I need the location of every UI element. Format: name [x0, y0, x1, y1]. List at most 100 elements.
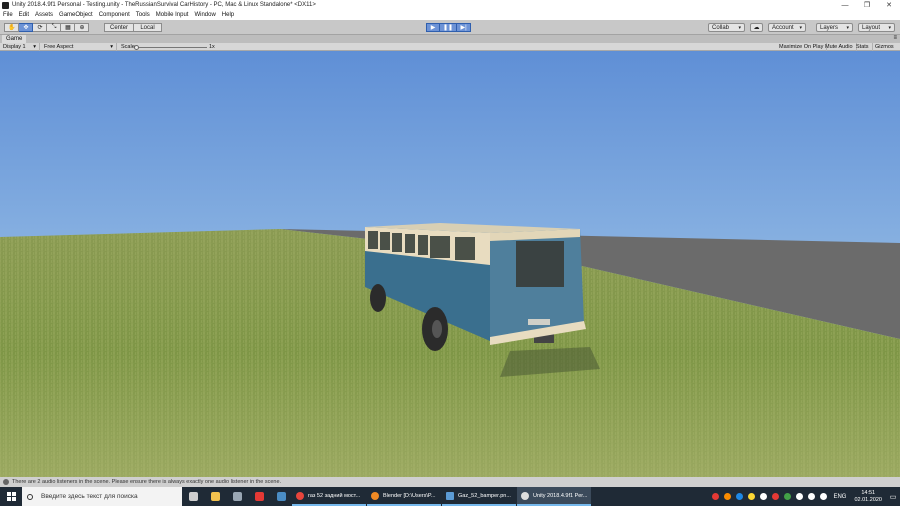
info-icon — [3, 479, 9, 485]
game-viewport[interactable] — [0, 51, 900, 477]
menu-mobile-input[interactable]: Mobile Input — [156, 12, 189, 18]
start-button[interactable] — [0, 487, 22, 506]
yandex-icon — [254, 492, 264, 501]
minimize-button[interactable]: — — [834, 0, 856, 10]
aspect-dropdown[interactable]: Free Aspect ▾ — [41, 43, 117, 51]
mute-audio-toggle[interactable]: Mute Audio — [822, 43, 857, 51]
game-tab-row: Game ≡ — [0, 35, 900, 43]
console-message: There are 2 audio listeners in the scene… — [12, 479, 282, 485]
window-title: Unity 2018.4.9f1 Personal - Testing.unit… — [12, 2, 316, 8]
collab-label: Collab — [712, 24, 730, 31]
game-scene — [0, 51, 900, 477]
steam-button[interactable] — [270, 487, 292, 506]
scale-tool-icon[interactable]: ⤡ — [47, 23, 62, 32]
taskbar-app-label: Unity 2018.4.9f1 Per... — [533, 492, 588, 499]
volume-icon[interactable] — [819, 493, 827, 500]
cloud-button[interactable]: ☁ — [750, 23, 763, 32]
layers-label: Layers — [820, 24, 839, 31]
clock-date: 02.01.2020 — [854, 496, 882, 503]
play-controls: ▶ ❚❚ ▶| — [426, 23, 472, 32]
layout-label: Layout — [862, 24, 881, 31]
account-dropdown[interactable]: Account ▾ — [768, 23, 806, 32]
file-explorer-button[interactable] — [204, 487, 226, 506]
scale-value: 1x — [209, 44, 215, 50]
image-viewer-icon — [446, 491, 454, 500]
file-explorer-icon — [210, 492, 220, 501]
step-icon[interactable]: ▶| — [457, 23, 472, 32]
game-view-toolbar: Display 1 ▾ Free Aspect ▾ Scale 1x Maxim… — [0, 43, 900, 51]
tray-icon[interactable] — [711, 493, 719, 500]
layout-dropdown[interactable]: Layout ▾ — [858, 23, 895, 32]
taskbar-app-blender[interactable]: Blender [D:\Users\P... — [367, 487, 441, 506]
tray-icon[interactable] — [735, 493, 743, 500]
rotate-tool-icon[interactable]: ⟳ — [33, 23, 48, 32]
play-icon[interactable]: ▶ — [426, 23, 440, 32]
pivot-center-button[interactable]: Center — [104, 23, 134, 32]
chevron-down-icon: ▾ — [738, 24, 741, 31]
scale-slider-track[interactable] — [137, 46, 207, 48]
gizmos-dropdown[interactable]: Gizmos — [872, 43, 897, 51]
windows-logo-icon — [6, 492, 16, 501]
taskbar-app-chrome[interactable]: газ 52 задний мост... — [292, 487, 366, 506]
pivot-toggles: Center Local — [104, 23, 162, 32]
menu-gameobject[interactable]: GameObject — [59, 12, 93, 18]
transform-tools: ✋ ✥ ⟳ ⤡ ▦ ⊕ — [4, 23, 90, 32]
console-status-bar[interactable]: There are 2 audio listeners in the scene… — [0, 477, 900, 487]
drive-button[interactable] — [226, 487, 248, 506]
collab-dropdown[interactable]: Collab ▾ — [708, 23, 745, 32]
display-dropdown[interactable]: Display 1 ▾ — [0, 43, 40, 51]
unity-logo-icon — [2, 1, 9, 9]
tray-icon[interactable] — [795, 493, 803, 500]
close-button[interactable]: ✕ — [878, 0, 900, 10]
pause-icon[interactable]: ❚❚ — [440, 23, 458, 32]
yandex-button[interactable] — [248, 487, 270, 506]
transform-tool-icon[interactable]: ⊕ — [75, 23, 90, 32]
search-icon — [27, 493, 33, 500]
menu-help[interactable]: Help — [222, 12, 234, 18]
search-placeholder: Введите здесь текст для поиска — [41, 493, 138, 500]
chevron-down-icon: ▾ — [110, 44, 113, 50]
blender-icon — [371, 491, 379, 500]
tray-icon[interactable] — [759, 493, 767, 500]
menu-assets[interactable]: Assets — [35, 12, 53, 18]
stats-toggle[interactable]: Stats — [853, 43, 873, 51]
network-icon[interactable] — [807, 493, 815, 500]
maximize-on-play-toggle[interactable]: Maximize On Play — [776, 43, 828, 51]
notification-icon[interactable]: ▭ — [886, 487, 900, 506]
menu-window[interactable]: Window — [194, 12, 215, 18]
menu-tools[interactable]: Tools — [136, 12, 150, 18]
chrome-icon — [296, 491, 304, 500]
maximize-button[interactable]: ❐ — [856, 0, 878, 10]
taskbar-app-image-viewer[interactable]: Gaz_52_bamper.pn... — [442, 487, 516, 506]
tab-game[interactable]: Game — [2, 35, 27, 43]
move-tool-icon[interactable]: ✥ — [19, 23, 34, 32]
hand-tool-icon[interactable]: ✋ — [4, 23, 20, 32]
taskbar-clock[interactable]: 14:51 02.01.2020 — [854, 490, 882, 504]
taskbar-app-label: Gaz_52_bamper.pn... — [458, 492, 511, 499]
clock-time: 14:51 — [861, 489, 876, 496]
task-view-button[interactable] — [182, 487, 204, 506]
rect-tool-icon[interactable]: ▦ — [61, 23, 76, 32]
main-toolbar: ✋ ✥ ⟳ ⤡ ▦ ⊕ Center Local ▶ ❚❚ ▶| Collab … — [0, 20, 900, 35]
tray-icon[interactable] — [771, 493, 779, 500]
menu-component[interactable]: Component — [99, 12, 130, 18]
layers-dropdown[interactable]: Layers ▾ — [816, 23, 853, 32]
chevron-down-icon: ▾ — [846, 24, 849, 31]
menu-file[interactable]: File — [3, 12, 13, 18]
chevron-down-icon: ▾ — [33, 44, 36, 50]
taskbar-search-box[interactable]: Введите здесь текст для поиска — [22, 487, 182, 506]
tray-icon[interactable] — [783, 493, 791, 500]
menu-edit[interactable]: Edit — [19, 12, 29, 18]
task-view-icon — [188, 492, 198, 501]
taskbar-app-unity[interactable]: Unity 2018.4.9f1 Per... — [517, 487, 591, 506]
title-bar: Unity 2018.4.9f1 Personal - Testing.unit… — [0, 0, 900, 10]
pivot-local-button[interactable]: Local — [134, 23, 162, 32]
taskbar-app-label: Blender [D:\Users\P... — [383, 492, 436, 499]
account-label: Account — [772, 24, 794, 31]
language-indicator[interactable]: ENG — [833, 494, 846, 500]
scale-slider-handle[interactable] — [134, 44, 139, 50]
cloud-icon: ☁ — [753, 25, 760, 31]
tab-menu-icon[interactable]: ≡ — [893, 35, 897, 41]
tray-icon[interactable] — [747, 493, 755, 500]
tray-icon[interactable] — [723, 493, 731, 500]
